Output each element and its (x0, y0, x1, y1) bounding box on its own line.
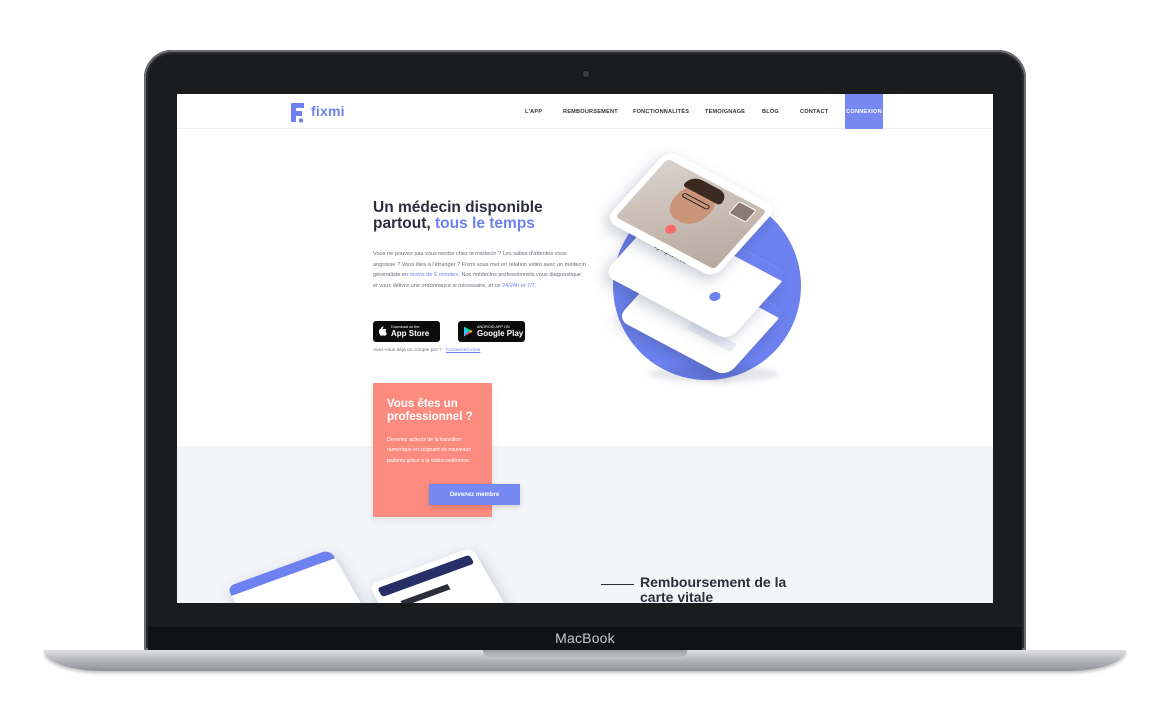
professional-card-description: Devenez acteurs de la transition numériq… (387, 437, 471, 464)
google-play-button[interactable]: ANDROID APP ON Google Play (458, 321, 525, 342)
login-prompt: Avez-vous déjà un compte pro ? Connectez-… (373, 348, 480, 353)
phone-action-dot (707, 290, 723, 303)
connexion-button[interactable]: CONNEXION (845, 94, 883, 129)
logo-text[interactable]: fixmi (311, 103, 345, 119)
hero-description: Vous ne pouvez pas vous rendre chez le m… (373, 249, 587, 291)
laptop-notch (483, 650, 687, 659)
section2-title: Remboursement de la carte vitale (640, 574, 787, 604)
login-question: Avez-vous déjà un compte pro ? (373, 348, 442, 353)
nav-item-fonctionnalites[interactable]: FONCTIONNALITÉS (633, 109, 689, 115)
laptop-mockup: MacBook fixmi L'APP REMBOURSEMENT FONCTI… (0, 0, 1170, 720)
webcam (583, 71, 589, 77)
hero-title: Un médecin disponible partout, tous le t… (373, 200, 573, 232)
hero-title-prefix: partout, (373, 215, 435, 232)
top-navigation: fixmi L'APP REMBOURSEMENT FONCTIONNALITÉ… (177, 94, 993, 129)
hero-desc-part3: . (534, 282, 537, 289)
hero-title-accent: tous le temps (435, 215, 535, 232)
apple-icon (378, 326, 387, 336)
google-play-text: ANDROID APP ON Google Play (477, 325, 523, 338)
google-play-icon (464, 326, 473, 337)
device-brand-label: MacBook (555, 630, 615, 646)
nav-item-temoignage[interactable]: TEMOIGNAGE (705, 109, 745, 115)
nav-item-app[interactable]: L'APP (525, 109, 542, 115)
fixmi-logo-icon[interactable] (289, 100, 307, 124)
nav-item-contact[interactable]: CONTACT (800, 109, 828, 115)
app-store-big-text: App Store (391, 329, 430, 338)
hero-desc-highlight-time: moins de 5 minutes (409, 272, 459, 279)
login-link[interactable]: Connectez-vous (446, 348, 481, 353)
website-screen: fixmi L'APP REMBOURSEMENT FONCTIONNALITÉ… (177, 94, 993, 603)
hero-desc-highlight-availability: 24/24h et 7/7 (502, 282, 535, 289)
professional-card-title: Vous êtes un professionnel ? (387, 398, 473, 423)
app-store-text: Download on the App Store (391, 325, 429, 338)
become-member-button[interactable]: Devenez membre (429, 484, 520, 505)
section2-divider (601, 584, 634, 585)
hero-title-line1: Un médecin disponible (373, 199, 543, 216)
google-play-big-text: Google Play (477, 329, 524, 338)
app-store-button[interactable]: Download on the App Store (373, 321, 440, 342)
nav-item-blog[interactable]: BLOG (762, 109, 779, 115)
nav-item-remboursement[interactable]: REMBOURSEMENT (563, 109, 618, 115)
